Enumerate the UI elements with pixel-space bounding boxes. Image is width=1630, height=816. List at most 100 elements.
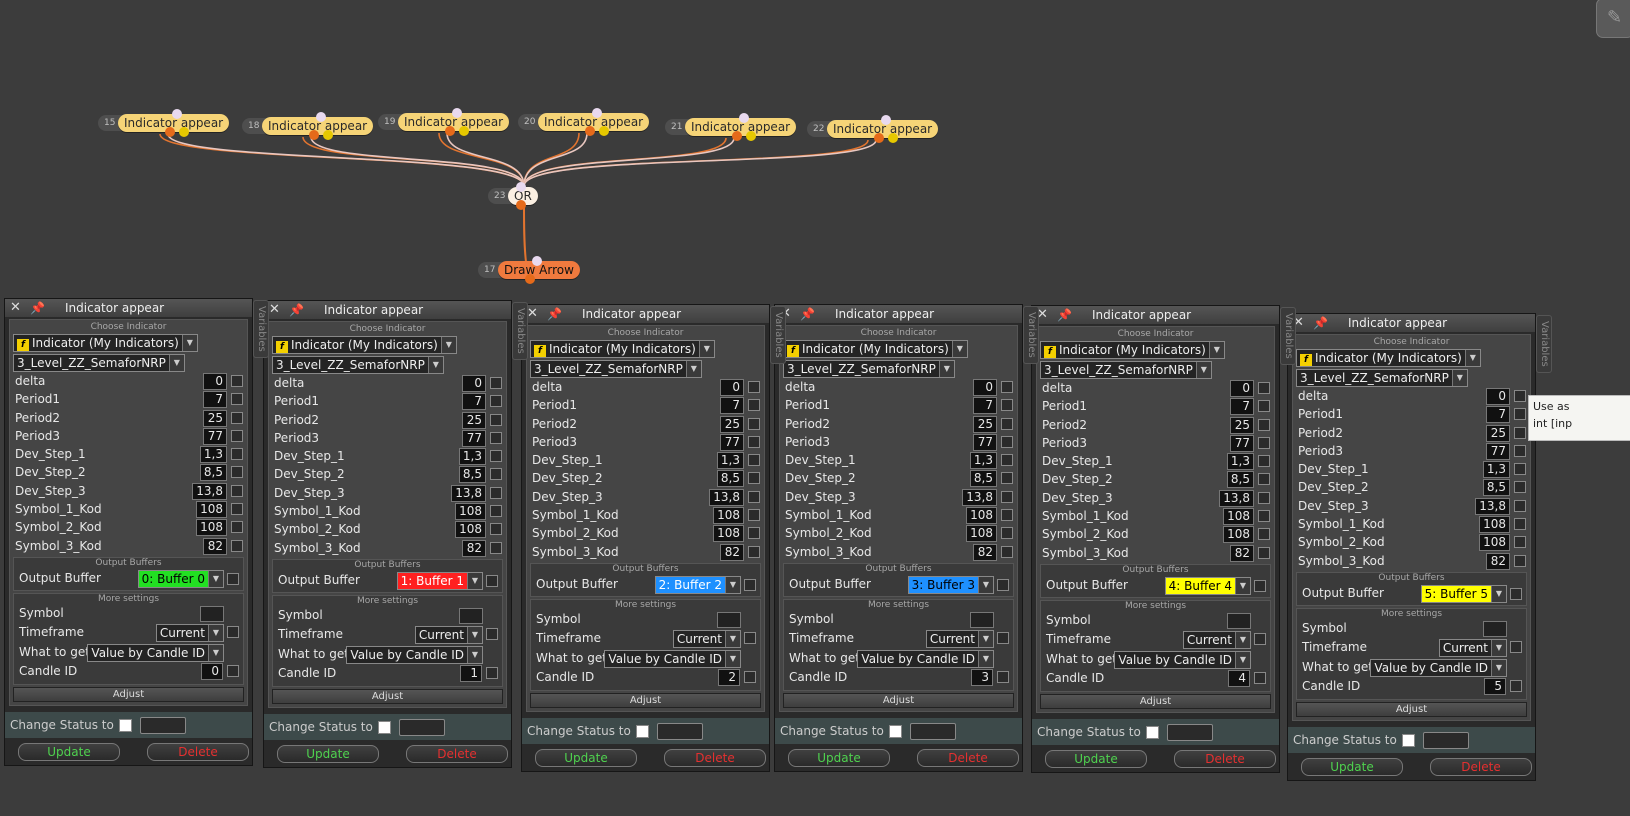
param-value-field[interactable]: 77	[1486, 442, 1510, 460]
param-value-field[interactable]: 77	[973, 433, 997, 451]
output-buffer-select[interactable]: 1: Buffer 1 ▼	[396, 571, 483, 590]
param-value-field[interactable]: 108	[455, 521, 486, 539]
param-checkbox[interactable]	[1001, 435, 1013, 448]
param-checkbox[interactable]	[231, 375, 243, 387]
candle-id-field[interactable]: 4	[1228, 670, 1250, 688]
delete-button[interactable]: Delete	[406, 744, 508, 763]
param-value-field[interactable]: 108	[966, 525, 997, 543]
close-icon[interactable]: ✕	[527, 305, 538, 323]
param-checkbox[interactable]	[1258, 436, 1270, 449]
indicator-group-select[interactable]: f Indicator (My Indicators) ▼	[530, 340, 715, 358]
param-checkbox[interactable]	[1258, 473, 1270, 486]
candle-id-checkbox[interactable]	[1254, 672, 1266, 685]
output-buffer-checkbox[interactable]	[744, 578, 756, 591]
adjust-button[interactable]: Adjust	[530, 692, 761, 708]
param-checkbox[interactable]	[231, 539, 243, 552]
param-checkbox[interactable]	[1001, 509, 1013, 522]
node-input-port[interactable]	[515, 182, 526, 192]
param-value-field[interactable]: 0	[720, 379, 744, 396]
param-value-field[interactable]: 13,8	[962, 488, 997, 506]
output-buffer-checkbox[interactable]	[1254, 579, 1266, 592]
panel-header[interactable]: ✕📌Indicator appear	[1032, 306, 1279, 324]
adjust-button[interactable]: Adjust	[1296, 701, 1527, 717]
update-button[interactable]: Update	[18, 742, 120, 761]
param-checkbox[interactable]	[1001, 472, 1013, 485]
param-checkbox[interactable]	[231, 521, 243, 534]
change-status-checkbox[interactable]	[1402, 733, 1415, 747]
output-buffer-checkbox[interactable]	[227, 572, 239, 585]
graph-node-17[interactable]: 17 Draw Arrow	[478, 256, 580, 284]
node-output-port[interactable]	[585, 126, 595, 136]
panel-header[interactable]: ✕📌Indicator appear	[522, 305, 769, 323]
param-value-field[interactable]: 25	[1486, 424, 1510, 442]
graph-node-18[interactable]: 18 Indicator appear	[242, 112, 374, 140]
pin-icon[interactable]: 📌	[1313, 314, 1328, 332]
close-icon[interactable]: ✕	[269, 301, 280, 319]
candle-id-checkbox[interactable]	[227, 665, 239, 678]
param-value-field[interactable]: 7	[973, 397, 997, 415]
param-checkbox[interactable]	[1514, 518, 1526, 531]
param-value-field[interactable]: 108	[1479, 534, 1510, 552]
timeframe-checkbox[interactable]	[1254, 633, 1266, 646]
update-button[interactable]: Update	[277, 744, 379, 763]
indicator-name-select[interactable]: 3_Level_ZZ_SemaforNRP ▼	[1296, 369, 1468, 387]
output-buffer-checkbox[interactable]	[1510, 587, 1522, 600]
param-checkbox[interactable]	[231, 429, 243, 442]
adjust-button[interactable]: Adjust	[13, 686, 244, 702]
timeframe-select[interactable]: Current ▼	[925, 630, 994, 649]
indicator-name-select[interactable]: 3_Level_ZZ_SemaforNRP ▼	[530, 360, 702, 378]
panel-header[interactable]: ✕📌Indicator appear	[1288, 314, 1535, 332]
node-input-port[interactable]	[452, 108, 462, 118]
param-value-field[interactable]: 0	[1486, 388, 1510, 405]
param-value-field[interactable]: 77	[462, 429, 486, 447]
change-status-checkbox[interactable]	[378, 720, 391, 734]
param-checkbox[interactable]	[490, 486, 502, 499]
param-value-field[interactable]: 108	[1223, 526, 1254, 544]
output-buffer-select[interactable]: 5: Buffer 5 ▼	[1420, 584, 1507, 603]
candle-id-checkbox[interactable]	[744, 671, 756, 684]
output-buffer-select[interactable]: 3: Buffer 3 ▼	[907, 575, 994, 594]
param-checkbox[interactable]	[231, 448, 243, 461]
graph-node-21[interactable]: 21 Indicator appear	[665, 113, 797, 141]
variables-tab[interactable]: Variables	[512, 302, 528, 360]
symbol-field[interactable]	[200, 605, 224, 622]
param-checkbox[interactable]	[1001, 527, 1013, 540]
param-value-field[interactable]: 1,3	[969, 452, 997, 470]
param-checkbox[interactable]	[490, 377, 502, 389]
node-output-port[interactable]	[732, 131, 742, 141]
candle-id-field[interactable]: 5	[1484, 678, 1506, 696]
node-output-port[interactable]	[525, 274, 535, 284]
param-value-field[interactable]: 82	[1230, 544, 1254, 562]
change-status-field[interactable]	[1167, 723, 1213, 741]
change-status-checkbox[interactable]	[889, 724, 902, 738]
param-value-field[interactable]: 13,8	[1475, 497, 1510, 515]
param-checkbox[interactable]	[490, 450, 502, 463]
corner-tool-button[interactable]: ✎	[1596, 0, 1630, 38]
node-output-port[interactable]	[515, 200, 526, 210]
pin-icon[interactable]: 📌	[547, 305, 562, 323]
node-output-port-alt[interactable]	[323, 130, 333, 140]
indicator-name-select[interactable]: 3_Level_ZZ_SemaforNRP ▼	[783, 360, 955, 378]
param-checkbox[interactable]	[748, 545, 760, 558]
delete-button[interactable]: Delete	[664, 748, 766, 767]
what-to-get-select[interactable]: Value by Candle ID ▼	[1370, 658, 1507, 677]
param-checkbox[interactable]	[1514, 554, 1526, 567]
graph-node-22[interactable]: 22 Indicator appear	[807, 115, 939, 143]
param-value-field[interactable]: 108	[966, 507, 997, 525]
node-input-port[interactable]	[172, 109, 182, 119]
candle-id-checkbox[interactable]	[997, 671, 1009, 684]
node-input-port[interactable]	[592, 108, 602, 118]
timeframe-checkbox[interactable]	[997, 632, 1009, 645]
param-value-field[interactable]: 82	[1486, 552, 1510, 570]
param-value-field[interactable]: 108	[196, 519, 227, 537]
param-checkbox[interactable]	[490, 431, 502, 444]
delete-button[interactable]: Delete	[917, 748, 1019, 767]
param-value-field[interactable]: 108	[713, 525, 744, 543]
node-output-port-alt[interactable]	[599, 126, 609, 136]
symbol-field[interactable]	[970, 611, 994, 628]
param-value-field[interactable]: 0	[203, 373, 227, 390]
param-checkbox[interactable]	[1514, 390, 1526, 402]
candle-id-field[interactable]: 3	[971, 669, 993, 687]
param-checkbox[interactable]	[748, 399, 760, 412]
param-value-field[interactable]: 77	[1230, 434, 1254, 452]
